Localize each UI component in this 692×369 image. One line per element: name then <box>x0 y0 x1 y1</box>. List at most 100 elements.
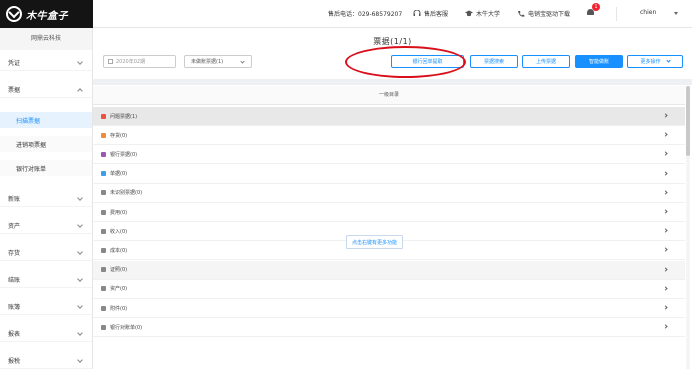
sidebar-subitem-scan-bills[interactable]: 扫描票据 <box>0 112 92 128</box>
sidebar-item-voucher[interactable]: 凭证 <box>0 55 92 71</box>
sidebar-item-label: 存货 <box>8 250 21 257</box>
period-picker[interactable]: 2020年02期 <box>103 55 176 68</box>
driver-download-link[interactable]: 电销宝驱动下载 <box>517 9 570 18</box>
sidebar-item-ledger[interactable]: 账簿 <box>0 299 92 315</box>
sidebar-item-assets[interactable]: 资产 <box>0 218 92 234</box>
chevron-right-icon <box>663 266 668 272</box>
directory-row[interactable]: 费用(0) <box>93 203 685 222</box>
directory-row[interactable]: 问题票据(1) <box>93 107 685 126</box>
sidebar-subitem-label: 进销项票据 <box>16 141 47 149</box>
folder-icon <box>101 324 106 330</box>
smart-account-button[interactable]: 智能做账 <box>575 55 623 68</box>
directory-row-label: 未识别票据(0) <box>110 190 143 197</box>
directory-row-label: 银行票据(0) <box>110 151 138 158</box>
sidebar-subitem-invoices[interactable]: 进销项票据 <box>0 136 92 152</box>
chevron-right-icon <box>663 132 668 137</box>
chevron-down-icon <box>77 59 83 65</box>
directory-row[interactable]: 资产(0) <box>93 280 685 299</box>
sidebar-item-tax[interactable]: 报税 <box>0 353 92 369</box>
directory-row[interactable]: 未识别票据(0) <box>93 184 685 203</box>
directory-row[interactable]: 附件(0) <box>93 299 685 318</box>
chevron-up-icon <box>77 88 83 94</box>
calendar-icon <box>108 59 113 64</box>
chevron-right-icon <box>663 151 668 157</box>
top-bar: 木牛盒子 售后电话：029-68579207 售后客服 木牛大学 电销宝驱动下载… <box>0 0 692 28</box>
scrollbar[interactable] <box>686 86 690 369</box>
folder-icon <box>101 305 106 311</box>
folder-icon <box>101 151 106 157</box>
directory-row-label: 附件(0) <box>110 305 128 312</box>
sidebar-item-label: 账簿 <box>8 304 21 311</box>
chevron-down-icon <box>665 58 671 63</box>
sidebar-item-inventory[interactable]: 存货 <box>0 245 92 261</box>
chevron-down-icon <box>77 195 83 201</box>
caret-down-icon[interactable] <box>674 12 678 15</box>
chevron-down-icon <box>77 357 83 363</box>
notification-badge: 1 <box>592 3 600 11</box>
bill-status-select[interactable]: 未做账票据(1) <box>184 55 252 68</box>
folder-icon <box>101 228 106 234</box>
sidebar-item-label: 报表 <box>8 331 21 338</box>
directory-row-label: 单据(0) <box>110 171 128 178</box>
support-label: 售后客服 <box>424 11 449 18</box>
logo[interactable]: 木牛盒子 <box>0 0 93 28</box>
user-menu[interactable]: chien <box>640 9 656 16</box>
sidebar-item-label: 票据 <box>8 87 21 94</box>
university-link[interactable]: 木牛大学 <box>465 9 500 18</box>
sidebar: 网鼎云科技 凭证 票据 扫描票据 进销项票据 银行对账单 新账 资产 存货 结账… <box>0 28 93 369</box>
chevron-right-icon <box>663 170 668 176</box>
chevron-right-icon <box>663 209 668 214</box>
directory-row-label: 资产(0) <box>110 286 128 293</box>
sidebar-item-label: 凭证 <box>8 60 21 67</box>
sidebar-item-label: 资产 <box>8 223 21 230</box>
sidebar-item-new-account[interactable]: 新账 <box>0 191 92 207</box>
sidebar-item-label: 新账 <box>8 196 21 203</box>
sidebar-item-label: 报税 <box>8 358 21 365</box>
directory-row[interactable]: 银行票据(0) <box>93 145 685 165</box>
sidebar-item-bills[interactable]: 票据 <box>0 82 92 98</box>
chevron-down-icon <box>77 303 83 309</box>
sidebar-item-reports[interactable]: 报表 <box>0 326 92 342</box>
sidebar-subitem-label: 扫描票据 <box>16 117 41 125</box>
upload-bill-button[interactable]: 上传票据 <box>522 55 570 68</box>
sidebar-subitem-bank-statement[interactable]: 银行对账单 <box>0 160 92 176</box>
support-link[interactable]: 售后客服 <box>413 9 448 18</box>
folder-icon <box>101 267 106 273</box>
chevron-down-icon <box>77 330 83 336</box>
folder-icon <box>101 209 106 215</box>
context-menu-tip: 点击右键有更多功能 <box>346 235 404 249</box>
university-label: 木牛大学 <box>476 11 501 18</box>
folder-icon <box>101 190 106 196</box>
chevron-down-icon <box>77 249 83 255</box>
scrollbar-thumb[interactable] <box>686 86 690 156</box>
chevron-right-icon <box>663 286 668 291</box>
phone-icon <box>518 11 525 17</box>
directory-row-label: 问题票据(1) <box>110 113 138 120</box>
folder-icon <box>101 171 106 177</box>
driver-download-label: 电销宝驱动下载 <box>528 11 571 18</box>
sidebar-item-closing[interactable]: 结账 <box>0 272 92 288</box>
chevron-right-icon <box>663 247 668 253</box>
directory-row-label: 存货(0) <box>110 132 128 139</box>
chevron-down-icon <box>77 222 83 228</box>
sidebar-item-label: 结账 <box>8 277 21 284</box>
directory-row[interactable]: 证照(0) <box>93 260 685 280</box>
graduation-cap-icon <box>465 10 473 17</box>
more-actions-button[interactable]: 更多操作 <box>627 55 683 68</box>
sidebar-subitem-label: 银行对账单 <box>16 165 47 173</box>
bill-status-value: 未做账票据(1) <box>191 59 224 65</box>
folder-icon <box>101 247 106 253</box>
folder-icon <box>101 113 106 119</box>
folder-icon <box>101 132 106 138</box>
directory-row-label: 证照(0) <box>110 267 128 274</box>
directory-row-label: 成本(0) <box>110 247 128 254</box>
main-content: 票据(1/1) 2020年02期 未做账票据(1) 银行回单提取 票据搜索 上传… <box>93 28 692 369</box>
directory-row[interactable]: 银行对账单(0) <box>93 318 685 338</box>
company-name: 网鼎云科技 <box>0 28 92 50</box>
directory-row[interactable]: 单据(0) <box>93 165 685 184</box>
logo-icon <box>6 6 22 22</box>
headset-icon <box>413 10 421 16</box>
directory-row[interactable]: 存货(0) <box>93 126 685 146</box>
bill-search-button[interactable]: 票据搜索 <box>470 55 518 68</box>
chevron-right-icon <box>663 305 668 310</box>
